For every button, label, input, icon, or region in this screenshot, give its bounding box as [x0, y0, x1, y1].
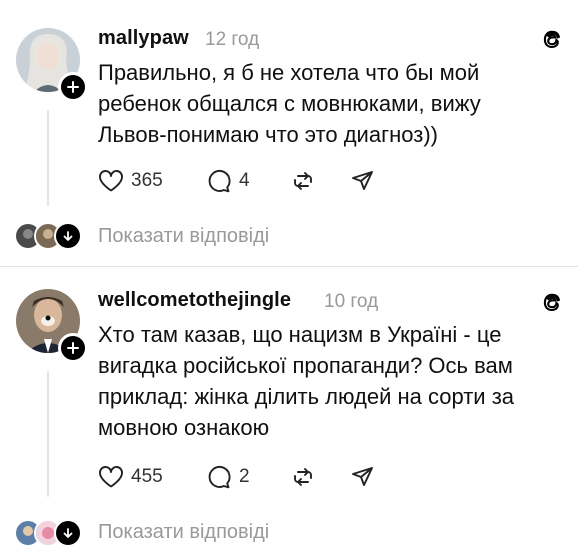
post: mallypaw 12 год Правильно, я б не хотела… [0, 0, 578, 266]
plus-icon [67, 81, 79, 93]
post-text: Правильно, я б не хотела что бы мой ребе… [98, 57, 538, 150]
post-actions: 365 4 [98, 166, 376, 196]
show-replies-link[interactable]: Показати відповіді [98, 225, 269, 248]
post-actions: 455 2 [98, 462, 376, 492]
like-count: 455 [131, 466, 163, 487]
follow-plus-button[interactable] [58, 72, 88, 102]
heart-icon [99, 466, 123, 488]
post-text-line: приклад: жінка ділить людей на сорти за [98, 384, 515, 409]
comment-count: 2 [239, 466, 250, 487]
comment-icon [208, 465, 231, 489]
threads-logo-icon[interactable] [540, 26, 564, 52]
post-text-line: вигадка російської пропаганди? Ось вам [98, 353, 513, 378]
reply-avatars[interactable] [14, 222, 82, 250]
comment-button[interactable]: 2 [206, 464, 290, 490]
repost-button[interactable] [290, 168, 350, 194]
repost-icon [294, 172, 312, 190]
comment-icon [208, 169, 231, 193]
chevron-down-icon [63, 231, 73, 241]
post-text-line: Львов-понимаю что это диагноз)) [98, 122, 438, 147]
post-text: Хто там казав, що нацизм в Україні - це … [98, 319, 538, 443]
username[interactable]: mallypaw [98, 27, 189, 50]
thread-line [47, 110, 49, 206]
post-time: 10 год [324, 291, 379, 312]
post-text-line: мовною ознакою [98, 415, 270, 440]
chevron-down-icon [63, 528, 73, 538]
repost-icon [294, 468, 312, 486]
post-text-line: Хто там казав, що нацизм в Україні - це [98, 322, 502, 347]
comment-button[interactable]: 4 [206, 168, 290, 194]
share-icon [352, 467, 373, 486]
comment-count: 4 [239, 170, 250, 191]
plus-icon [67, 342, 79, 354]
share-icon [352, 171, 373, 190]
expand-replies-badge[interactable] [54, 222, 82, 250]
post-text-line: ребенок общался с мовнюками, вижу [98, 91, 481, 116]
heart-icon [99, 170, 123, 192]
follow-plus-button[interactable] [58, 333, 88, 363]
reply-avatars[interactable] [14, 519, 82, 547]
share-button[interactable] [350, 464, 376, 490]
post: wellcometothejingle 10 год Хто там казав… [0, 267, 578, 551]
repost-button[interactable] [290, 464, 350, 490]
threads-logo-icon[interactable] [540, 289, 564, 315]
share-button[interactable] [350, 168, 376, 194]
post-text-line: Правильно, я б не хотела что бы мой [98, 60, 480, 85]
like-count: 365 [131, 170, 163, 191]
username[interactable]: wellcometothejingle [98, 289, 291, 312]
expand-replies-badge[interactable] [54, 519, 82, 547]
like-button[interactable]: 455 [98, 465, 206, 489]
post-time: 12 год [205, 29, 260, 50]
thread-line [47, 371, 49, 497]
show-replies-link[interactable]: Показати відповіді [98, 521, 269, 544]
like-button[interactable]: 365 [98, 169, 206, 193]
